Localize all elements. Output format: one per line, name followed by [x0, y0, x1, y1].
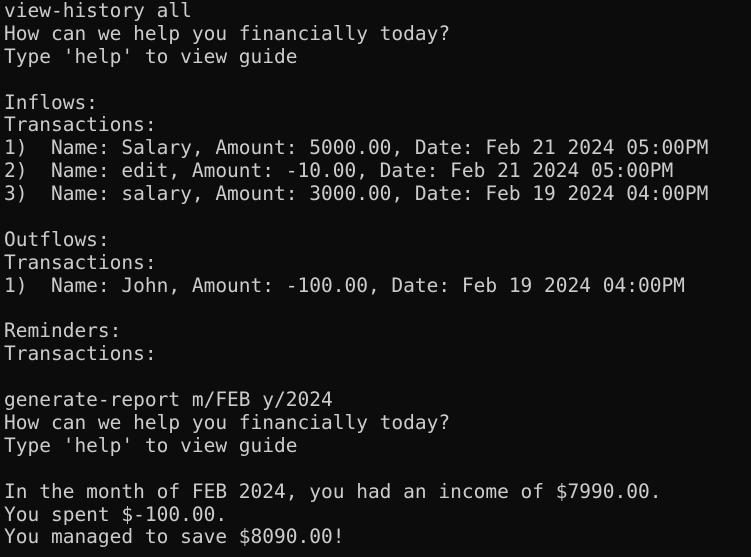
transactions-heading: Transactions:	[4, 113, 157, 137]
command-line: generate-report m/FEB y/2024	[4, 388, 333, 412]
section-heading-inflows: Inflows:	[4, 90, 98, 114]
prompt-text: How can we help you financially today?	[4, 411, 451, 435]
terminal-window[interactable]: view-history all How can we help you fin…	[0, 0, 751, 557]
section-heading-reminders: Reminders:	[4, 319, 122, 343]
inflow-row: 3) Name: salary, Amount: 3000.00, Date: …	[4, 182, 709, 206]
inflow-row: 2) Name: edit, Amount: -10.00, Date: Feb…	[4, 159, 674, 183]
command-line: view-history all	[4, 0, 192, 22]
section-heading-outflows: Outflows:	[4, 227, 110, 251]
report-savings-text: You managed to save $8090.00!	[4, 525, 345, 549]
report-spent-text: You spent $-100.00.	[4, 502, 228, 526]
report-income-text: In the month of FEB 2024, you had an inc…	[4, 479, 662, 503]
help-hint-text: Type 'help' to view guide	[4, 433, 298, 457]
outflow-row: 1) Name: John, Amount: -100.00, Date: Fe…	[4, 273, 685, 297]
transactions-heading: Transactions:	[4, 250, 157, 274]
prompt-text: How can we help you financially today?	[4, 21, 451, 45]
help-hint-text: Type 'help' to view guide	[4, 44, 298, 68]
transactions-heading: Transactions:	[4, 342, 157, 366]
inflow-row: 1) Name: Salary, Amount: 5000.00, Date: …	[4, 136, 709, 160]
